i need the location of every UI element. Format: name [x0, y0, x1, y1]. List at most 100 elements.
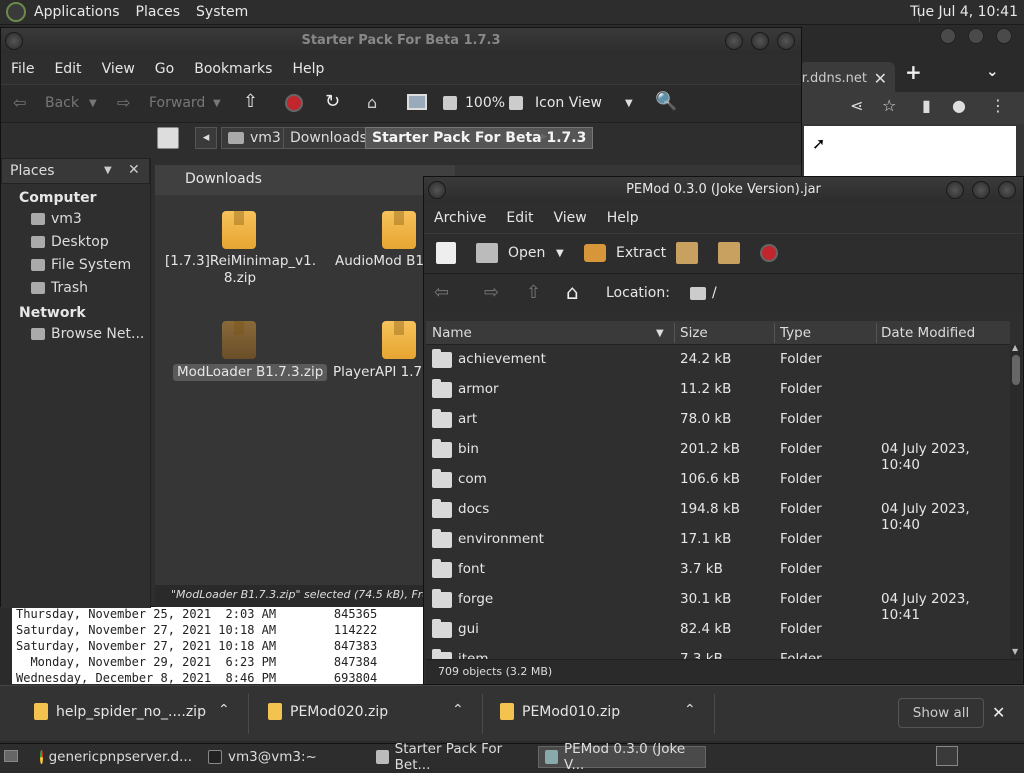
back-arrow-icon[interactable]: ⇦ [434, 282, 449, 303]
workspace-switcher-icon[interactable] [936, 746, 958, 766]
path-back-chevron-icon[interactable]: ◂ [195, 127, 217, 149]
back-arrow-icon[interactable]: ⇦ [13, 93, 26, 112]
menu-archive[interactable]: Archive [424, 210, 496, 226]
close-button[interactable] [777, 32, 795, 50]
reload-icon[interactable]: ↻ [325, 91, 340, 112]
menu-file[interactable]: File [1, 61, 44, 77]
table-row[interactable]: forge 30.1 kB Folder 04 July 2023, 10:41 [426, 585, 1010, 623]
open-archive-icon[interactable] [476, 243, 498, 263]
location-field[interactable]: / [712, 285, 717, 301]
forward-history-chevron-icon[interactable]: ▼ [213, 98, 221, 109]
stop-icon[interactable] [760, 244, 778, 262]
side-panel-icon[interactable]: ▮ [922, 96, 931, 115]
new-archive-icon[interactable] [436, 242, 456, 264]
menu-edit[interactable]: Edit [496, 210, 543, 226]
vertical-scrollbar[interactable]: ▲ ▼ [1010, 343, 1022, 659]
back-history-chevron-icon[interactable]: ▼ [89, 98, 97, 109]
add-files-icon[interactable] [676, 242, 698, 264]
view-mode-select[interactable]: Icon View [535, 95, 602, 111]
menu-edit[interactable]: Edit [44, 61, 91, 77]
maximize-button[interactable] [972, 181, 990, 199]
download-item[interactable]: help_spider_no_....zip [34, 703, 206, 720]
menu-view[interactable]: View [544, 210, 597, 226]
download-options-chevron-icon[interactable]: ⌃ [684, 702, 696, 718]
col-name-header[interactable]: Name [432, 325, 472, 341]
table-row[interactable]: art 78.0 kB Folder [426, 405, 1010, 435]
forward-button[interactable]: Forward [149, 95, 205, 111]
table-row[interactable]: font 3.7 kB Folder [426, 555, 1010, 585]
table-row[interactable]: environment 17.1 kB Folder [426, 525, 1010, 555]
home-icon[interactable]: ⌂ [367, 93, 377, 112]
table-row[interactable]: bin 201.2 kB Folder 04 July 2023, 10:40 [426, 435, 1010, 473]
show-desktop-icon[interactable] [4, 750, 18, 762]
col-date-header[interactable]: Date Modified [881, 325, 975, 341]
task-file-manager[interactable]: Starter Pack For Bet... [370, 741, 534, 773]
scrollbar-thumb[interactable] [1012, 355, 1020, 385]
sidebar-item-desktop[interactable]: Desktop [1, 230, 150, 253]
task-terminal[interactable]: vm3@vm3:~ [202, 746, 366, 768]
table-row[interactable]: achievement 24.2 kB Folder [426, 345, 1010, 375]
sidebar-item-file-system[interactable]: File System [1, 253, 150, 276]
download-item[interactable]: PEMod020.zip [268, 703, 388, 720]
computer-icon[interactable] [407, 94, 427, 110]
new-tab-button[interactable]: + [905, 60, 922, 84]
tab-close-icon[interactable]: ✕ [874, 69, 887, 88]
col-type-header[interactable]: Type [780, 325, 811, 341]
back-button[interactable]: Back [45, 95, 79, 111]
extract-icon[interactable] [584, 244, 606, 262]
sidebar-item-browse-network[interactable]: Browse Net... [1, 322, 150, 345]
maximize-button[interactable] [968, 28, 984, 44]
table-row[interactable]: com 106.6 kB Folder [426, 465, 1010, 495]
tab-search-chevron-icon[interactable]: ⌄ [986, 62, 999, 80]
download-options-chevron-icon[interactable]: ⌃ [452, 702, 464, 718]
open-dropdown-chevron-icon[interactable]: ▼ [556, 248, 564, 259]
zip-file-icon[interactable] [382, 321, 416, 359]
path-crumb-downloads[interactable]: Downloads [283, 127, 374, 149]
zoom-in-icon[interactable] [509, 96, 523, 110]
scroll-up-arrow-icon[interactable]: ▲ [1012, 343, 1018, 352]
open-button[interactable]: Open [508, 245, 545, 261]
system-menu[interactable]: System [188, 4, 256, 20]
file-manager-titlebar[interactable]: Starter Pack For Beta 1.7.3 [1, 28, 801, 54]
table-row[interactable]: item 7.3 kB Folder [426, 645, 1010, 659]
bookmark-star-icon[interactable]: ☆ [882, 96, 896, 115]
task-archive-manager[interactable]: PEMod 0.3.0 (Joke V... [538, 741, 706, 773]
archive-titlebar[interactable]: PEMod 0.3.0 (Joke Version).jar [424, 177, 1023, 203]
browser-content[interactable]: ➚ [804, 126, 1016, 176]
close-button[interactable] [998, 181, 1016, 199]
view-mode-chevron-icon[interactable]: ▼ [625, 98, 633, 109]
scroll-down-arrow-icon[interactable]: ▼ [1012, 647, 1018, 656]
path-crumb-vm3[interactable]: vm3 [221, 127, 288, 149]
terminal-output[interactable]: Thursday, November 25, 2021 2:03 AM 8453… [12, 606, 426, 684]
clock[interactable]: Tue Jul 4, 10:41 [910, 4, 1018, 20]
file-name-label[interactable]: [1.7.3]ReiMinimap_v1. 8.zip [165, 253, 316, 287]
home-icon[interactable]: ⌂ [566, 280, 579, 304]
zip-file-icon[interactable] [222, 321, 256, 359]
table-row[interactable]: armor 11.2 kB Folder [426, 375, 1010, 405]
maximize-button[interactable] [751, 32, 769, 50]
sidebar-close-icon[interactable]: ✕ [128, 162, 140, 178]
minimize-button[interactable] [725, 32, 743, 50]
table-row[interactable]: docs 194.8 kB Folder 04 July 2023, 10:40 [426, 495, 1010, 533]
close-button[interactable] [996, 28, 1012, 44]
sidebar-item-trash[interactable]: Trash [1, 276, 150, 299]
sidebar-dropdown-icon[interactable]: ▼ [104, 165, 112, 176]
places-menu[interactable]: Places [128, 4, 189, 20]
profile-avatar-icon[interactable]: ● [952, 96, 966, 115]
menu-view[interactable]: View [92, 61, 145, 77]
minimize-button[interactable] [946, 181, 964, 199]
table-row[interactable]: gui 82.4 kB Folder [426, 615, 1010, 645]
task-browser[interactable]: genericpnpserver.d... [34, 746, 198, 768]
close-downloads-bar-icon[interactable]: ✕ [992, 703, 1005, 722]
add-folder-icon[interactable] [718, 242, 740, 264]
sidebar-header[interactable]: Places ▼ ✕ [1, 158, 150, 184]
forward-arrow-icon[interactable]: ⇨ [117, 93, 130, 112]
sort-descending-icon[interactable]: ▼ [656, 328, 664, 339]
minimize-button[interactable] [940, 28, 956, 44]
menu-go[interactable]: Go [145, 61, 184, 77]
share-icon[interactable]: ⋖ [850, 96, 863, 115]
edit-location-icon[interactable] [157, 127, 179, 149]
zoom-out-icon[interactable] [443, 96, 457, 110]
extract-button[interactable]: Extract [616, 245, 666, 261]
download-item[interactable]: PEMod010.zip [500, 703, 620, 720]
